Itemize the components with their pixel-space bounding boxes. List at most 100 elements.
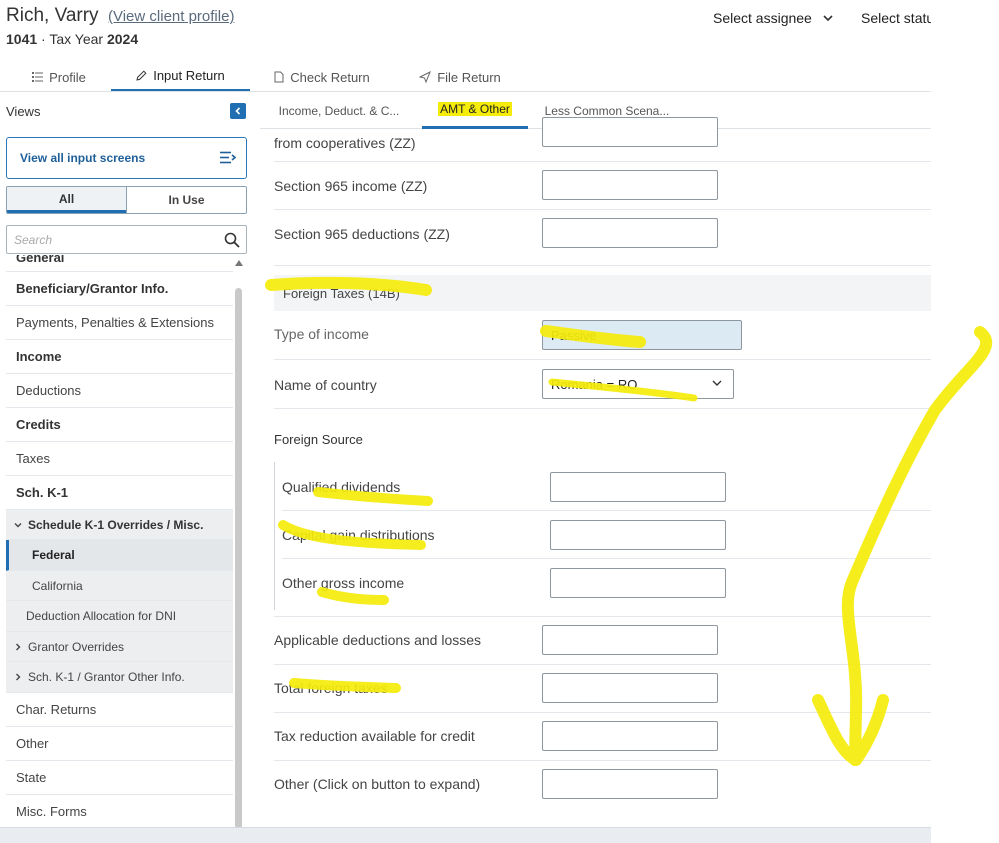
view-all-label: View all input screens bbox=[20, 151, 146, 165]
search-input[interactable] bbox=[14, 232, 214, 247]
tab-profile[interactable]: Profile bbox=[14, 62, 104, 92]
nav-item-label: Federal bbox=[32, 548, 75, 562]
nav-item-misc-forms[interactable]: Misc. Forms bbox=[6, 795, 233, 827]
nav-item-income[interactable]: Income bbox=[6, 340, 233, 374]
nav-item-beneficiary-grantor-info[interactable]: Beneficiary/Grantor Info. bbox=[6, 272, 233, 306]
country-select-value: Romania = RO bbox=[551, 376, 638, 392]
main-tabs: Profile Input Return Check Return File R… bbox=[0, 62, 931, 92]
form-row: Section 965 income (ZZ) bbox=[274, 162, 931, 210]
tax-reduction-input[interactable] bbox=[542, 721, 718, 751]
field-label: Section 965 deductions (ZZ) bbox=[274, 226, 450, 242]
nav-item-label: Schedule K-1 Overrides / Misc. bbox=[28, 517, 204, 532]
nav-item-label: Other bbox=[16, 736, 49, 751]
nav-item-label: Taxes bbox=[16, 451, 50, 466]
nav-item-label: Deductions bbox=[16, 383, 82, 398]
nav-item-taxes[interactable]: Taxes bbox=[6, 442, 233, 476]
view-client-profile-link[interactable]: (View client profile) bbox=[108, 8, 234, 25]
nav-item-grantor-overrides[interactable]: Grantor Overrides bbox=[6, 632, 233, 662]
collapse-sidebar-button[interactable] bbox=[230, 103, 246, 119]
field-label: Applicable deductions and losses bbox=[274, 632, 482, 648]
other-gross-income-input[interactable] bbox=[550, 568, 726, 598]
horizontal-scrollbar[interactable] bbox=[0, 827, 931, 843]
pencil-icon bbox=[136, 70, 147, 81]
nav-item-label: California bbox=[32, 578, 83, 593]
section-header-foreign-taxes: Foreign Taxes (14B) bbox=[274, 275, 931, 311]
nav-item-label: Sch. K-1 bbox=[16, 485, 69, 500]
nav-item-deductions[interactable]: Deductions bbox=[6, 374, 233, 408]
nav-item-california[interactable]: California bbox=[6, 571, 233, 601]
tab-check-return[interactable]: Check Return bbox=[268, 62, 376, 92]
nav-item-schedule-k1-overrides[interactable]: Schedule K-1 Overrides / Misc. bbox=[6, 510, 233, 540]
field-label: Section 965 income (ZZ) bbox=[274, 178, 428, 194]
nav-item-credits[interactable]: Credits bbox=[6, 408, 233, 442]
field-label: Name of country bbox=[274, 377, 377, 393]
nav-item-deduction-allocation-dni[interactable]: Deduction Allocation for DNI bbox=[6, 601, 233, 632]
capital-gain-distributions-input[interactable] bbox=[550, 520, 726, 550]
nav-item-label: Credits bbox=[16, 417, 61, 432]
applicable-deductions-input[interactable] bbox=[542, 625, 718, 655]
scrollbar-thumb[interactable] bbox=[235, 288, 242, 829]
chevron-down-icon bbox=[712, 380, 722, 386]
select-assignee-dropdown[interactable]: Select assignee bbox=[713, 10, 834, 26]
nav-item-label: Grantor Overrides bbox=[28, 639, 125, 654]
nav-item-sch-k1-grantor-other-info[interactable]: Sch. K-1 / Grantor Other Info. bbox=[6, 662, 233, 693]
form-row: Tax reduction available for credit bbox=[274, 713, 931, 761]
nav-item-general[interactable]: General bbox=[6, 255, 233, 272]
search-icon[interactable] bbox=[224, 232, 240, 248]
return-info: 1041 · Tax Year 2024 bbox=[6, 31, 138, 47]
form-row: Name of country Romania = RO bbox=[274, 360, 931, 409]
nav-item-char-returns[interactable]: Char. Returns bbox=[6, 693, 233, 727]
section-title: Foreign Taxes (14B) bbox=[283, 286, 400, 301]
sidebar-scrollbar[interactable] bbox=[234, 260, 244, 829]
nav-item-label: General bbox=[16, 255, 65, 265]
search-box bbox=[6, 225, 247, 254]
nav-item-other[interactable]: Other bbox=[6, 727, 233, 761]
nav-item-sch-k1[interactable]: Sch. K-1 bbox=[6, 476, 233, 510]
select-status-dropdown[interactable]: Select statu bbox=[861, 10, 931, 26]
country-select[interactable]: Romania = RO bbox=[542, 369, 734, 399]
segment-all[interactable]: All bbox=[7, 187, 126, 213]
form-row: Total foreign taxes bbox=[274, 665, 931, 713]
send-icon bbox=[419, 71, 432, 83]
client-name: Rich, Varry bbox=[6, 5, 99, 26]
subtab-income-deduct[interactable]: Income, Deduct. & C... bbox=[276, 92, 402, 129]
tab-file-return[interactable]: File Return bbox=[412, 62, 508, 92]
section-965-deductions-input[interactable] bbox=[542, 218, 718, 248]
scroll-up-arrow-icon[interactable] bbox=[235, 260, 243, 266]
cooperatives-input[interactable] bbox=[542, 117, 718, 147]
nav-item-payments-penalties-extensions[interactable]: Payments, Penalties & Extensions bbox=[6, 306, 233, 340]
section-965-income-input[interactable] bbox=[542, 170, 718, 200]
subtab-amt-other[interactable]: AMT & Other bbox=[422, 92, 528, 129]
chevron-right-icon bbox=[16, 643, 21, 650]
type-of-income-field: Passive bbox=[542, 320, 742, 350]
form-row: Other (Click on button to expand) bbox=[274, 761, 931, 811]
tax-year-label: Tax Year bbox=[49, 31, 104, 47]
field-label: Type of income bbox=[274, 326, 369, 342]
form-row: Capital gain distributions bbox=[282, 511, 931, 559]
document-icon bbox=[274, 71, 284, 83]
nav-item-label: Misc. Forms bbox=[16, 804, 87, 819]
field-label: Other gross income bbox=[282, 575, 405, 591]
chevron-down-icon bbox=[823, 15, 833, 22]
view-filter-segmented-control: All In Use bbox=[6, 186, 247, 214]
form-row: Qualified dividends bbox=[282, 462, 931, 511]
segment-in-use[interactable]: In Use bbox=[126, 187, 246, 213]
list-icon bbox=[32, 72, 44, 82]
view-all-input-screens-button[interactable]: View all input screens bbox=[6, 137, 247, 179]
form-row: from cooperatives (ZZ) bbox=[274, 117, 931, 162]
total-foreign-taxes-input[interactable] bbox=[542, 673, 718, 703]
separator: · bbox=[41, 31, 46, 47]
tab-input-return-label: Input Return bbox=[153, 68, 225, 83]
tab-file-return-label: File Return bbox=[437, 69, 501, 85]
field-label: Capital gain distributions bbox=[282, 527, 435, 543]
form-row: Section 965 deductions (ZZ) bbox=[274, 210, 931, 266]
tab-input-return[interactable]: Input Return bbox=[111, 62, 250, 92]
other-expand-input[interactable] bbox=[542, 769, 718, 799]
qualified-dividends-input[interactable] bbox=[550, 472, 726, 502]
nav-item-label: State bbox=[16, 770, 47, 785]
chevron-down-icon bbox=[14, 522, 22, 527]
nav-item-state[interactable]: State bbox=[6, 761, 233, 795]
nav-item-federal[interactable]: Federal bbox=[6, 540, 233, 571]
field-label: Qualified dividends bbox=[282, 479, 401, 495]
menu-arrow-icon bbox=[220, 151, 236, 164]
